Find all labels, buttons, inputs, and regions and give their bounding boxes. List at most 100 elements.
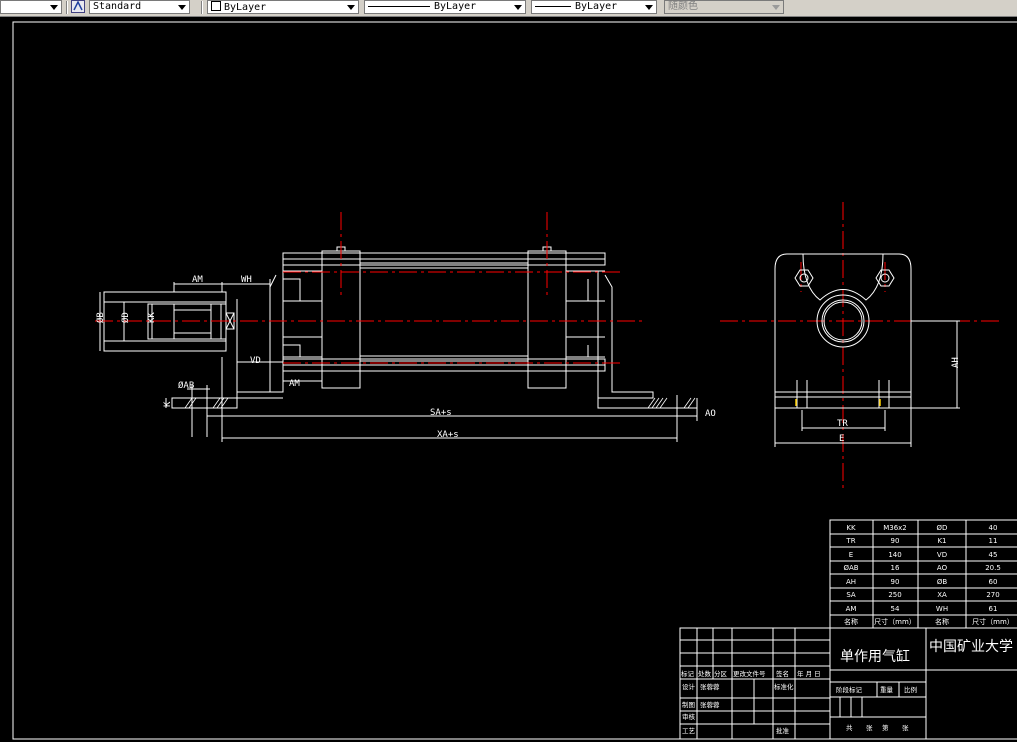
param-r2-c3: 45 (989, 551, 998, 559)
weight-label: 重量 (880, 686, 894, 694)
param-r6-c0: AM (846, 605, 857, 613)
properties-toolbar: Standard ByLayer ByLayer ByLayer 随颜色 (0, 0, 1017, 17)
drawing-canvas[interactable]: AM WH ØB ØD KK VD AM ØAB K SA+s AO XA+s … (0, 17, 1017, 742)
param-r0-c1: M36x2 (883, 524, 907, 532)
chevron-down-icon (514, 5, 522, 10)
drawn-name: 张蓉蓉 (700, 700, 720, 709)
dim-oab: ØAB (178, 380, 194, 391)
param-r0-c3: 40 (989, 524, 998, 532)
toolbar-separator (201, 1, 203, 14)
text-style-value: Standard (93, 1, 142, 12)
rev-header-date: 年 月 日 (797, 669, 821, 678)
text-style-dropdown[interactable]: Standard (89, 0, 190, 14)
color-value: ByLayer (224, 2, 267, 13)
dim-vd: VD (250, 356, 261, 366)
plotstyle-value: 随颜色 (668, 1, 698, 12)
param-r2-c0: E (849, 551, 853, 559)
param-r5-c2: XA (937, 591, 947, 599)
param-footer-c3: 尺寸（mm） (972, 617, 1014, 626)
param-footer-c2: 名称 (935, 617, 949, 626)
dim-ah: AH (951, 357, 961, 368)
parameter-table: KK M36x2 ØD 40 TR 90 K1 11 E 140 VD 45 Ø… (829, 519, 1017, 629)
param-r1-c3: 11 (989, 537, 998, 545)
param-r0-c0: KK (846, 524, 856, 532)
param-r0-c2: ØD (937, 524, 948, 532)
chevron-down-icon (772, 5, 780, 10)
rev-header-sign: 签名 (776, 669, 789, 678)
param-r6-c1: 54 (891, 605, 900, 613)
param-footer-c0: 名称 (844, 617, 858, 626)
layer-dropdown[interactable] (0, 0, 62, 14)
param-r3-c3: 20.5 (985, 564, 1001, 572)
design-name: 张蓉蓉 (700, 682, 720, 691)
sheets-current-label: 第 (882, 723, 889, 732)
drawing-title: 单作用气缸 (840, 648, 910, 665)
chevron-down-icon (645, 5, 653, 10)
dim-am: AM (192, 275, 203, 285)
linetype-value: ByLayer (434, 1, 477, 12)
dim-ao: AO (705, 409, 716, 419)
param-r2-c2: VD (937, 551, 947, 559)
dim-xa: XA+s (437, 430, 459, 440)
rev-header-zone: 分区 (714, 669, 728, 678)
dim-k: K (163, 401, 173, 407)
center-lines (95, 202, 1000, 492)
param-r6-c2: WH (936, 605, 948, 613)
color-swatch-icon (211, 1, 221, 11)
chevron-down-icon (178, 5, 186, 10)
dim-od: ØD (120, 312, 131, 323)
dim-e: E (839, 434, 844, 444)
chevron-down-icon (347, 5, 355, 10)
text-style-icon[interactable] (71, 0, 85, 13)
param-r1-c2: K1 (937, 537, 946, 545)
sheets-total-label: 共 (846, 723, 853, 732)
param-r4-c1: 90 (891, 578, 900, 586)
lineweight-value: ByLayer (575, 1, 618, 12)
stage-label: 阶段标记 (836, 685, 863, 694)
design-label: 设计 (682, 682, 696, 691)
rev-header-count: 处数 (698, 669, 712, 678)
param-r4-c2: ØB (937, 578, 948, 586)
institution-name: 中国矿业大学 (929, 639, 1013, 655)
linetype-dropdown[interactable]: ByLayer (364, 0, 526, 14)
param-r1-c1: 90 (891, 537, 900, 545)
process-label: 工艺 (682, 727, 696, 735)
color-dropdown[interactable]: ByLayer (207, 0, 359, 14)
approve-label: 批准 (776, 726, 790, 735)
param-r1-c0: TR (845, 537, 855, 545)
param-r4-c3: 60 (989, 578, 998, 586)
param-r5-c3: 270 (986, 591, 999, 599)
dim-am-2: AM (289, 379, 300, 389)
sheets-total-unit: 张 (866, 723, 873, 732)
sheets-current-unit: 张 (902, 723, 909, 732)
end-view-accents (795, 399, 881, 406)
rev-header-doc: 更改文件号 (733, 669, 766, 678)
dim-ob: ØB (95, 312, 106, 323)
param-r3-c2: AO (937, 564, 948, 572)
param-r3-c0: ØAB (843, 564, 858, 572)
param-r5-c1: 250 (888, 591, 901, 599)
dim-tr: TR (837, 419, 848, 429)
linetype-preview-icon (368, 5, 430, 7)
param-r2-c1: 140 (888, 551, 901, 559)
lineweight-preview-icon (535, 5, 571, 7)
drawn-label: 制图 (682, 700, 695, 709)
chevron-down-icon (50, 5, 58, 10)
drawing-frame (12, 21, 1017, 740)
dim-sa: SA+s (430, 408, 452, 418)
param-r3-c1: 16 (891, 564, 900, 572)
toolbar-separator (66, 1, 68, 14)
rev-header-mark: 标记 (681, 669, 695, 678)
plotstyle-dropdown: 随颜色 (664, 0, 784, 14)
param-r4-c0: AH (846, 578, 856, 586)
param-r5-c0: SA (846, 591, 856, 599)
dim-kk: KK (147, 312, 157, 323)
param-footer-c1: 尺寸（mm） (874, 617, 916, 626)
param-r6-c3: 61 (989, 605, 998, 613)
lineweight-dropdown[interactable]: ByLayer (531, 0, 657, 14)
standardization-label: 标准化 (774, 682, 794, 691)
check-label: 审核 (682, 712, 696, 721)
title-block: 单作用气缸 中国矿业大学 标记 处数 分区 更改文件号 签名 年 月 日 设计 … (679, 627, 1017, 740)
side-view (99, 246, 698, 442)
dim-wh: WH (241, 275, 252, 285)
